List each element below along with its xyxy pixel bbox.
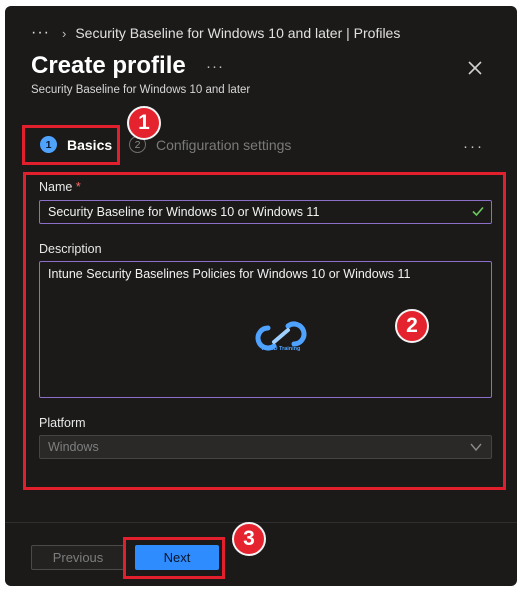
breadcrumb: ··· › Security Baseline for Windows 10 a… [31,23,400,43]
annotation-badge-2: 2 [395,309,429,343]
title-more-button[interactable]: ··· [206,58,224,75]
close-icon[interactable] [465,58,485,78]
annotation-badge-1: 1 [127,106,161,140]
breadcrumb-chevron-icon: › [61,25,67,41]
footer-divider [5,522,517,523]
page-title: Create profile [31,52,186,79]
annotation-badge-3: 3 [232,522,266,556]
previous-button[interactable]: Previous [31,545,125,570]
breadcrumb-more-button[interactable]: ··· [31,25,50,41]
tab-configuration-settings[interactable]: 2 Configuration settings [129,136,291,153]
tab-configuration-settings-label: Configuration settings [156,136,292,153]
breadcrumb-link-profiles[interactable]: Security Baseline for Windows 10 and lat… [75,25,400,41]
annotation-highlight-form [23,172,506,490]
tabs-more-button[interactable]: ··· [463,138,484,155]
annotation-highlight-next [123,537,225,579]
annotation-highlight-basics [22,125,120,165]
page-subtitle: Security Baseline for Windows 10 and lat… [31,84,251,96]
